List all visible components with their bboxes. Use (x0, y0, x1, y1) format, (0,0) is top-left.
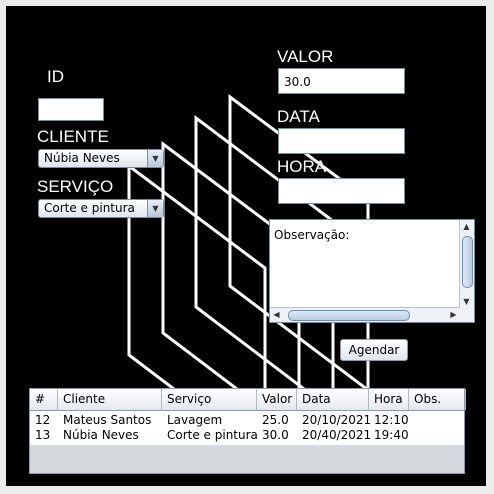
cell-valor: 25.0 (262, 413, 289, 427)
id-field[interactable] (38, 98, 104, 121)
chevron-down-icon[interactable]: ▼ (147, 150, 163, 167)
cell-cliente: Núbia Neves (63, 428, 139, 442)
id-label: ID (47, 67, 64, 86)
cell-hora: 12:10 (374, 413, 409, 427)
table-body: 12 Mateus Santos Lavagem 25.0 20/10/2021… (30, 411, 464, 445)
column-header-cliente[interactable]: Cliente (58, 389, 162, 410)
column-header-obs[interactable]: Obs. (409, 389, 466, 410)
column-header-data[interactable]: Data (297, 389, 369, 410)
cell-hora: 19:40 (374, 428, 409, 442)
cliente-label: CLIENTE (37, 127, 109, 146)
cell-valor: 30.0 (262, 428, 289, 442)
arrow-down-icon[interactable]: ▼ (460, 295, 473, 308)
cell-servico: Corte e pintura (167, 428, 258, 442)
agendamentos-table[interactable]: # Cliente Serviço Valor Data Hora Obs. 1… (29, 388, 466, 474)
column-header-hora[interactable]: Hora (369, 389, 409, 410)
vertical-scrollbar[interactable]: ▲ ▼ (459, 220, 474, 308)
vertical-scroll-thumb[interactable] (462, 236, 473, 288)
servico-selected-value: Corte e pintura (44, 201, 135, 215)
hora-label: HORA (277, 157, 327, 176)
arrow-right-icon[interactable]: ▶ (447, 308, 460, 321)
horizontal-scrollbar[interactable]: ◀ ▶ (270, 307, 460, 322)
table-row[interactable]: 13 Núbia Neves Corte e pintura 30.0 20/4… (30, 428, 464, 443)
data-label: DATA (277, 107, 320, 126)
observacao-textarea[interactable]: Observação: ▲ ▼ ◀ ▶ (269, 219, 475, 323)
servico-label: SERVIÇO (37, 177, 114, 196)
cell-number: 13 (35, 428, 51, 442)
column-header-valor[interactable]: Valor (257, 389, 297, 410)
valor-label: VALOR (277, 47, 334, 66)
arrow-left-icon[interactable]: ◀ (270, 308, 283, 321)
cliente-selected-value: Núbia Neves (44, 151, 120, 165)
table-row[interactable]: 12 Mateus Santos Lavagem 25.0 20/10/2021… (30, 413, 464, 428)
cell-cliente: Mateus Santos (63, 413, 152, 427)
data-field[interactable] (278, 128, 405, 154)
hora-field[interactable] (278, 178, 405, 204)
agendar-button[interactable]: Agendar (340, 339, 408, 361)
cliente-combobox[interactable]: Núbia Neves ▼ (38, 149, 164, 168)
table-header: # Cliente Serviço Valor Data Hora Obs. (30, 389, 466, 411)
valor-field[interactable]: 30.0 (278, 68, 405, 94)
observacao-text: Observação: (274, 228, 350, 242)
cell-servico: Lavagem (167, 413, 223, 427)
cell-data: 20/40/2021 (302, 428, 372, 442)
column-header-servico[interactable]: Serviço (162, 389, 257, 410)
column-header-number[interactable]: # (30, 389, 58, 410)
scroll-corner (460, 308, 474, 322)
arrow-up-icon[interactable]: ▲ (460, 220, 473, 233)
cell-number: 12 (35, 413, 51, 427)
horizontal-scroll-thumb[interactable] (288, 310, 410, 321)
chevron-down-icon[interactable]: ▼ (147, 200, 163, 217)
servico-combobox[interactable]: Corte e pintura ▼ (38, 199, 164, 218)
cell-data: 20/10/2021 (302, 413, 372, 427)
